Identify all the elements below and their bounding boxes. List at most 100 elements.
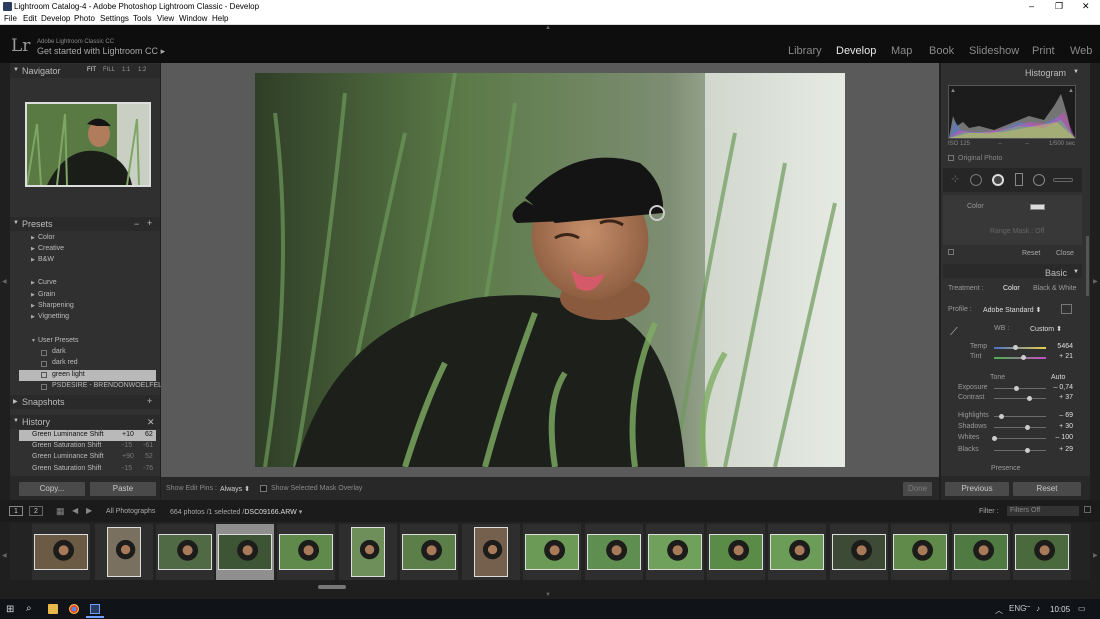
mask-color-swatch[interactable] bbox=[1030, 204, 1045, 210]
left-panel-toggle-icon[interactable]: ◀ bbox=[2, 278, 7, 285]
filmstrip-scroll-right-icon[interactable]: ▶ bbox=[1093, 552, 1098, 559]
file-explorer-icon[interactable] bbox=[48, 604, 58, 614]
minimize-icon[interactable]: – bbox=[1029, 1, 1034, 11]
filmstrip-thumbnail[interactable] bbox=[32, 524, 90, 580]
right-panel-toggle-icon[interactable]: ▶ bbox=[1093, 278, 1098, 285]
menu-file[interactable]: File bbox=[4, 14, 17, 23]
slider-value-temp[interactable]: 5464 bbox=[1043, 343, 1073, 350]
slider-handle-tint[interactable] bbox=[1020, 355, 1026, 360]
profile-browser-icon[interactable] bbox=[1061, 304, 1072, 314]
filmstrip-thumbnail[interactable] bbox=[95, 524, 153, 580]
history-row[interactable]: Green Saturation Shift -15 -76 bbox=[19, 464, 156, 475]
preset-group-vignetting[interactable]: Vignetting bbox=[38, 313, 69, 320]
remove-preset-icon[interactable]: − bbox=[134, 219, 139, 229]
treatment-bw[interactable]: Black & White bbox=[1033, 285, 1077, 292]
slider-track-blacks[interactable] bbox=[994, 450, 1046, 451]
slider-handle-contrast[interactable] bbox=[1026, 396, 1032, 401]
filmstrip-thumbnail[interactable] bbox=[830, 524, 888, 580]
filmstrip-thumbnail[interactable] bbox=[339, 524, 397, 580]
auto-tone-button[interactable]: Auto bbox=[1051, 374, 1065, 381]
slider-handle-blacks[interactable] bbox=[1024, 448, 1030, 453]
slider-track-exposure[interactable] bbox=[994, 388, 1046, 389]
maximize-icon[interactable]: ❐ bbox=[1055, 1, 1063, 12]
preset-group-user[interactable]: User Presets bbox=[38, 337, 78, 344]
slider-value-tint[interactable]: + 21 bbox=[1043, 353, 1073, 360]
nav-fill[interactable]: FILL bbox=[103, 67, 115, 73]
module-print[interactable]: Print bbox=[1032, 45, 1055, 57]
original-photo-checkbox[interactable] bbox=[948, 155, 954, 161]
treatment-color[interactable]: Color bbox=[1003, 285, 1020, 292]
user-preset-dark[interactable]: dark bbox=[52, 348, 66, 355]
dropdown-icon[interactable]: ▾ bbox=[299, 509, 303, 516]
preset-group-creative[interactable]: Creative bbox=[38, 245, 64, 252]
module-web[interactable]: Web bbox=[1070, 45, 1092, 57]
reset-button[interactable]: Reset bbox=[1013, 482, 1081, 496]
copy-button[interactable]: Copy... bbox=[19, 482, 85, 496]
volume-icon[interactable]: ♪ bbox=[1036, 604, 1040, 613]
preset-group-bw[interactable]: B&W bbox=[38, 256, 54, 263]
filmstrip-thumbnail[interactable] bbox=[585, 524, 643, 580]
user-preset-dark-red[interactable]: dark red bbox=[52, 359, 78, 366]
slider-handle-whites[interactable] bbox=[991, 436, 997, 441]
done-button[interactable]: Done bbox=[903, 482, 932, 496]
filmstrip-thumbnail[interactable] bbox=[400, 524, 458, 580]
wb-picker-icon[interactable]: ⟋ bbox=[950, 326, 958, 339]
notifications-icon[interactable]: ▭ bbox=[1078, 604, 1086, 613]
chrome-icon[interactable] bbox=[69, 604, 79, 614]
navigator-thumbnail[interactable] bbox=[25, 102, 151, 187]
edit-pins-select[interactable]: Always ⬍ bbox=[220, 485, 250, 493]
preset-group-sharpening[interactable]: Sharpening bbox=[38, 302, 74, 309]
module-slideshow[interactable]: Slideshow bbox=[969, 45, 1019, 57]
paste-button[interactable]: Paste bbox=[90, 482, 156, 496]
module-map[interactable]: Map bbox=[891, 45, 912, 57]
filmstrip-thumbnail[interactable] bbox=[1013, 524, 1071, 580]
wb-select[interactable]: Custom ⬍ bbox=[1030, 325, 1062, 333]
slider-track-temp[interactable] bbox=[994, 347, 1046, 349]
primary-window-button[interactable]: 1 bbox=[9, 506, 23, 516]
presets-header[interactable]: ▼ Presets − + bbox=[10, 217, 160, 231]
forward-icon[interactable]: ▶ bbox=[86, 506, 92, 515]
previous-button[interactable]: Previous bbox=[945, 482, 1009, 496]
slider-track-shadows[interactable] bbox=[994, 427, 1046, 428]
filmstrip-thumbnail[interactable] bbox=[156, 524, 214, 580]
collapse-icon[interactable]: ▼ bbox=[1073, 69, 1079, 75]
filmstrip-thumbnail[interactable] bbox=[462, 524, 520, 580]
user-preset-green-light[interactable]: green light bbox=[52, 371, 85, 378]
module-library[interactable]: Library bbox=[788, 45, 822, 57]
adjustment-brush-icon[interactable] bbox=[1053, 178, 1073, 182]
module-develop[interactable]: Develop bbox=[836, 45, 876, 57]
menu-settings[interactable]: Settings bbox=[100, 14, 129, 23]
slider-handle-temp[interactable] bbox=[1012, 345, 1018, 350]
slider-value-whites[interactable]: – 100 bbox=[1043, 434, 1073, 441]
highlight-clip-icon[interactable]: ▲ bbox=[1068, 88, 1074, 94]
lightroom-taskbar-icon[interactable] bbox=[90, 604, 100, 614]
mask-overlay-checkbox[interactable] bbox=[260, 485, 267, 492]
menu-edit[interactable]: Edit bbox=[23, 14, 37, 23]
add-preset-icon[interactable]: + bbox=[147, 218, 152, 228]
filmstrip-thumbnail[interactable] bbox=[768, 524, 826, 580]
graduated-filter-icon[interactable] bbox=[1015, 173, 1023, 186]
slider-value-highlights[interactable]: – 69 bbox=[1043, 412, 1073, 419]
filmstrip-scroll-left-icon[interactable]: ◀ bbox=[2, 552, 7, 559]
nav-1-2[interactable]: 1:2 bbox=[138, 67, 146, 73]
menu-window[interactable]: Window bbox=[179, 14, 207, 23]
slider-value-contrast[interactable]: + 37 bbox=[1043, 394, 1073, 401]
filter-select[interactable]: Filters Off bbox=[1007, 506, 1079, 516]
shadow-clip-icon[interactable]: ▲ bbox=[950, 88, 956, 94]
mask-toggle-icon[interactable] bbox=[948, 249, 954, 255]
tray-up-icon[interactable]: ︿ bbox=[995, 605, 1003, 616]
filmstrip-scrollbar[interactable] bbox=[318, 585, 346, 589]
filmstrip-source[interactable]: All Photographs bbox=[106, 508, 155, 515]
spot-removal-icon[interactable] bbox=[970, 174, 982, 186]
red-eye-icon[interactable] bbox=[992, 174, 1004, 186]
menu-view[interactable]: View bbox=[157, 14, 174, 23]
menu-tools[interactable]: Tools bbox=[133, 14, 152, 23]
menu-develop[interactable]: Develop bbox=[41, 14, 70, 23]
filmstrip-thumbnail[interactable] bbox=[216, 524, 274, 580]
collapse-icon[interactable]: ▼ bbox=[1073, 269, 1079, 275]
history-row[interactable]: Green Saturation Shift -15 -61 bbox=[19, 441, 156, 452]
slider-value-exposure[interactable]: – 0,74 bbox=[1043, 384, 1073, 391]
filmstrip-thumbnail[interactable] bbox=[891, 524, 949, 580]
mask-reset-button[interactable]: Reset bbox=[1022, 250, 1040, 257]
windows-start-icon[interactable]: ⊞ bbox=[6, 604, 14, 615]
